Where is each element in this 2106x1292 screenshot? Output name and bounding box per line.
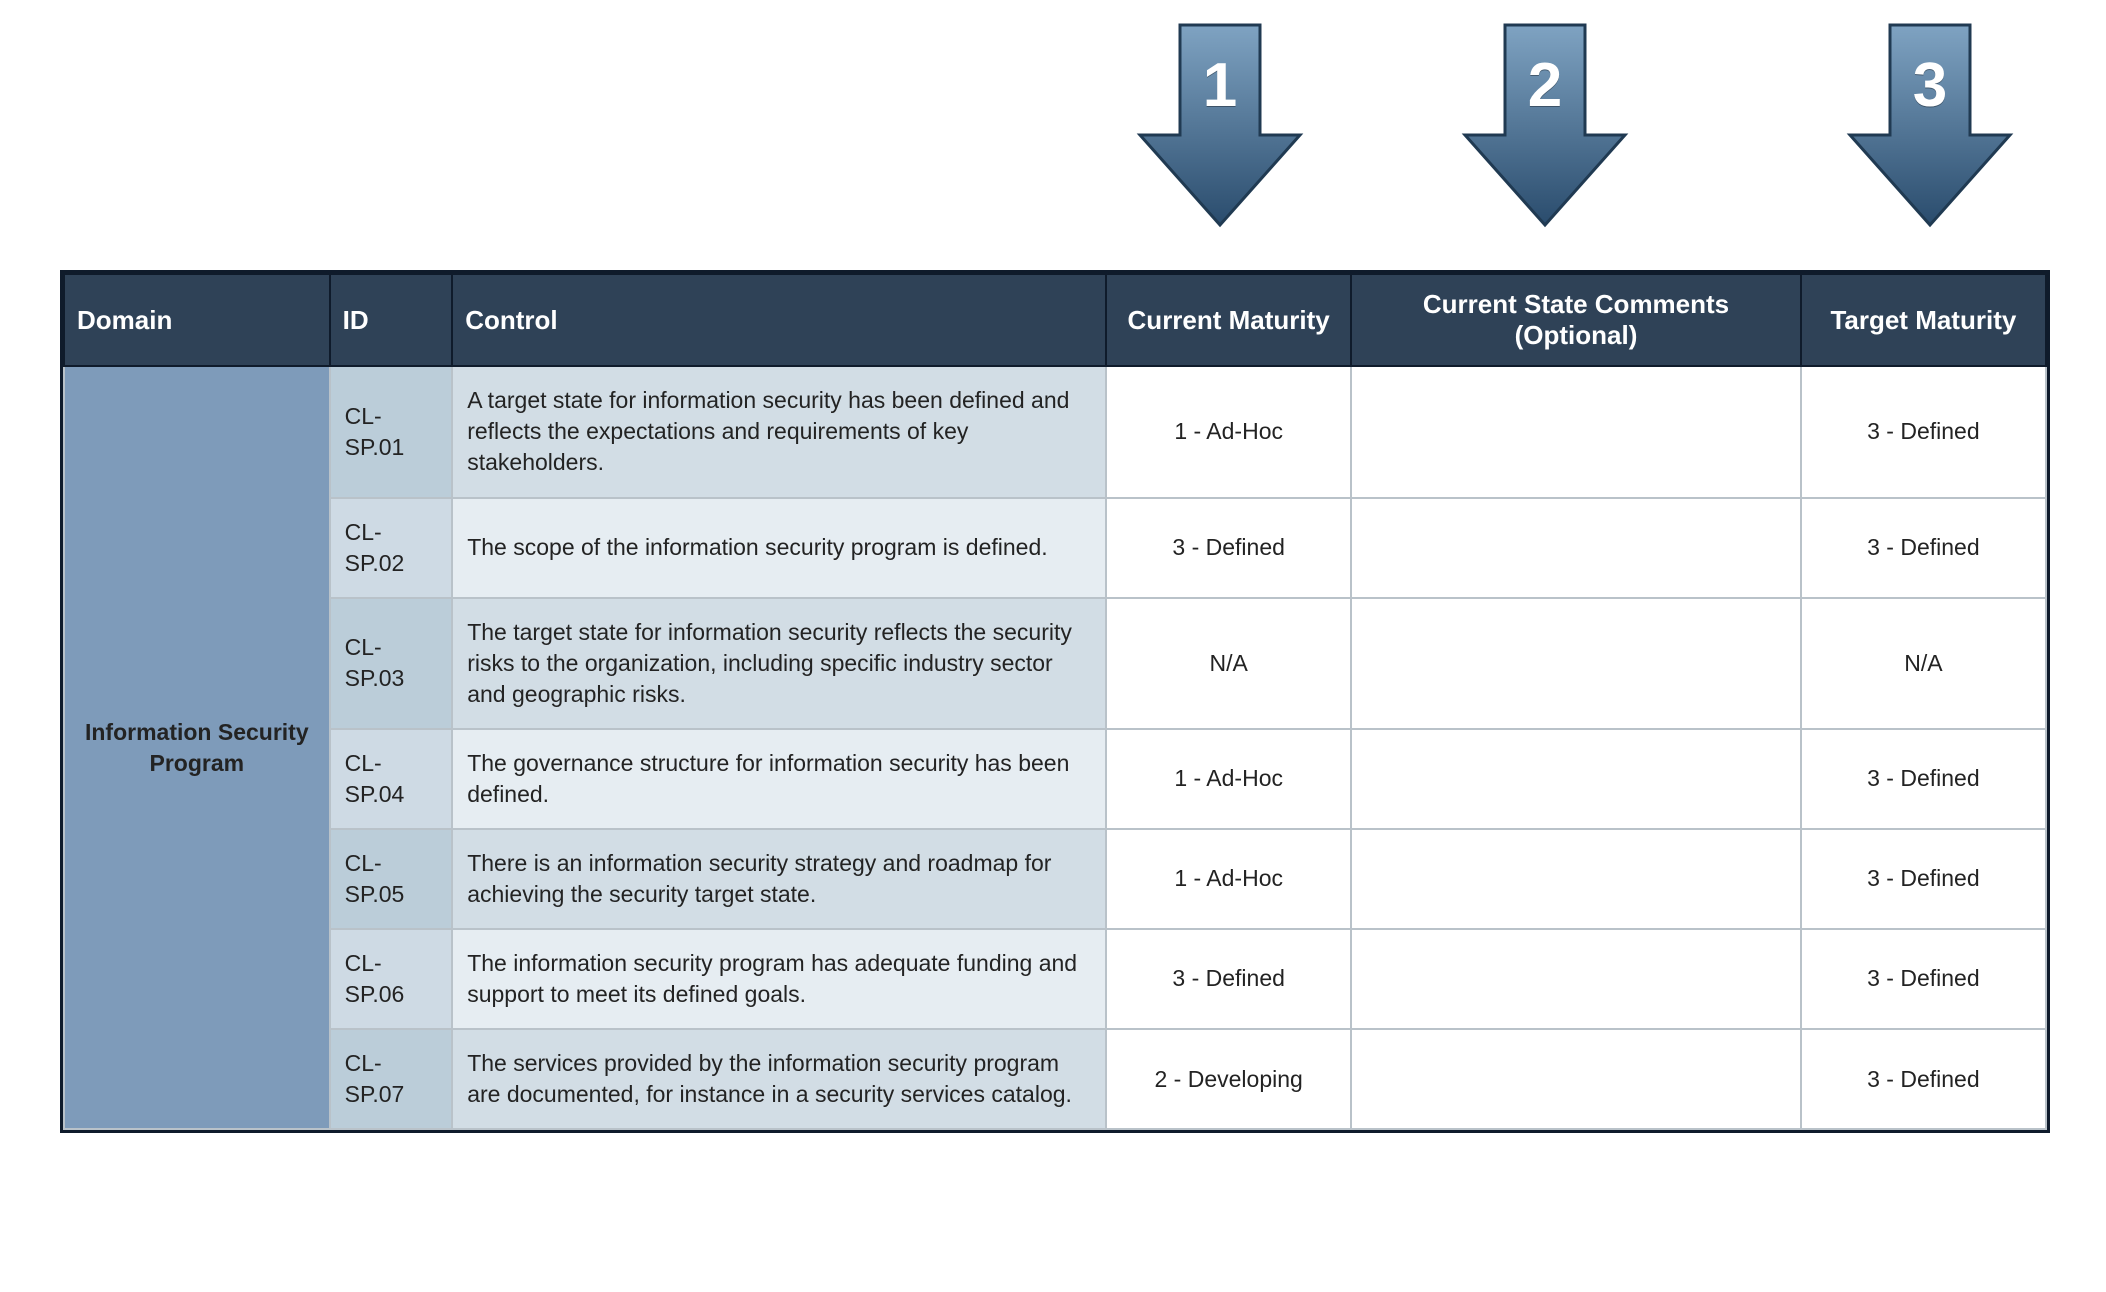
arrow-2-label: 2 [1460,50,1630,121]
arrow-2: 2 [1460,20,1630,230]
current-maturity-cell[interactable]: 3 - Defined [1106,929,1351,1029]
id-cell: CL-SP.05 [330,829,453,929]
target-maturity-cell[interactable]: 3 - Defined [1801,829,2046,929]
target-maturity-cell[interactable]: 3 - Defined [1801,366,2046,497]
arrows-row: 1 2 [0,20,2106,250]
target-maturity-cell[interactable]: 3 - Defined [1801,929,2046,1029]
comments-cell[interactable] [1351,598,1801,729]
maturity-table-wrap: Domain ID Control Current Maturity Curre… [60,270,2050,1133]
control-cell: The services provided by the information… [452,1029,1106,1129]
arrow-1-label: 1 [1135,50,1305,121]
arrow-3: 3 [1845,20,2015,230]
comments-cell[interactable] [1351,1029,1801,1129]
table-row: CL-SP.03The target state for information… [64,598,2046,729]
id-cell: CL-SP.04 [330,729,453,829]
table-header-row: Domain ID Control Current Maturity Curre… [64,274,2046,366]
current-maturity-cell[interactable]: 1 - Ad-Hoc [1106,829,1351,929]
current-maturity-cell[interactable]: N/A [1106,598,1351,729]
header-comments: Current State Comments (Optional) [1351,274,1801,366]
table-body: Information Security ProgramCL-SP.01A ta… [64,366,2046,1129]
control-cell: The scope of the information security pr… [452,498,1106,598]
control-cell: The governance structure for information… [452,729,1106,829]
control-cell: There is an information security strateg… [452,829,1106,929]
current-maturity-cell[interactable]: 2 - Developing [1106,1029,1351,1129]
comments-cell[interactable] [1351,929,1801,1029]
target-maturity-cell[interactable]: N/A [1801,598,2046,729]
arrow-1: 1 [1135,20,1305,230]
target-maturity-cell[interactable]: 3 - Defined [1801,1029,2046,1129]
arrow-3-label: 3 [1845,50,2015,121]
header-control: Control [452,274,1106,366]
id-cell: CL-SP.03 [330,598,453,729]
comments-cell[interactable] [1351,829,1801,929]
maturity-table: Domain ID Control Current Maturity Curre… [63,273,2047,1130]
id-cell: CL-SP.07 [330,1029,453,1129]
table-row: CL-SP.07The services provided by the inf… [64,1029,2046,1129]
target-maturity-cell[interactable]: 3 - Defined [1801,729,2046,829]
id-cell: CL-SP.02 [330,498,453,598]
comments-cell[interactable] [1351,366,1801,497]
comments-cell[interactable] [1351,498,1801,598]
current-maturity-cell[interactable]: 1 - Ad-Hoc [1106,366,1351,497]
table-row: Information Security ProgramCL-SP.01A ta… [64,366,2046,497]
comments-cell[interactable] [1351,729,1801,829]
id-cell: CL-SP.06 [330,929,453,1029]
table-row: CL-SP.02The scope of the information sec… [64,498,2046,598]
header-target-maturity: Target Maturity [1801,274,2046,366]
control-cell: A target state for information security … [452,366,1106,497]
domain-cell: Information Security Program [64,366,330,1129]
table-row: CL-SP.05There is an information security… [64,829,2046,929]
header-domain: Domain [64,274,330,366]
header-id: ID [330,274,453,366]
control-cell: The target state for information securit… [452,598,1106,729]
control-cell: The information security program has ade… [452,929,1106,1029]
table-row: CL-SP.06The information security program… [64,929,2046,1029]
id-cell: CL-SP.01 [330,366,453,497]
target-maturity-cell[interactable]: 3 - Defined [1801,498,2046,598]
current-maturity-cell[interactable]: 3 - Defined [1106,498,1351,598]
page: 1 2 [0,0,2106,1292]
current-maturity-cell[interactable]: 1 - Ad-Hoc [1106,729,1351,829]
table-row: CL-SP.04The governance structure for inf… [64,729,2046,829]
header-current-maturity: Current Maturity [1106,274,1351,366]
